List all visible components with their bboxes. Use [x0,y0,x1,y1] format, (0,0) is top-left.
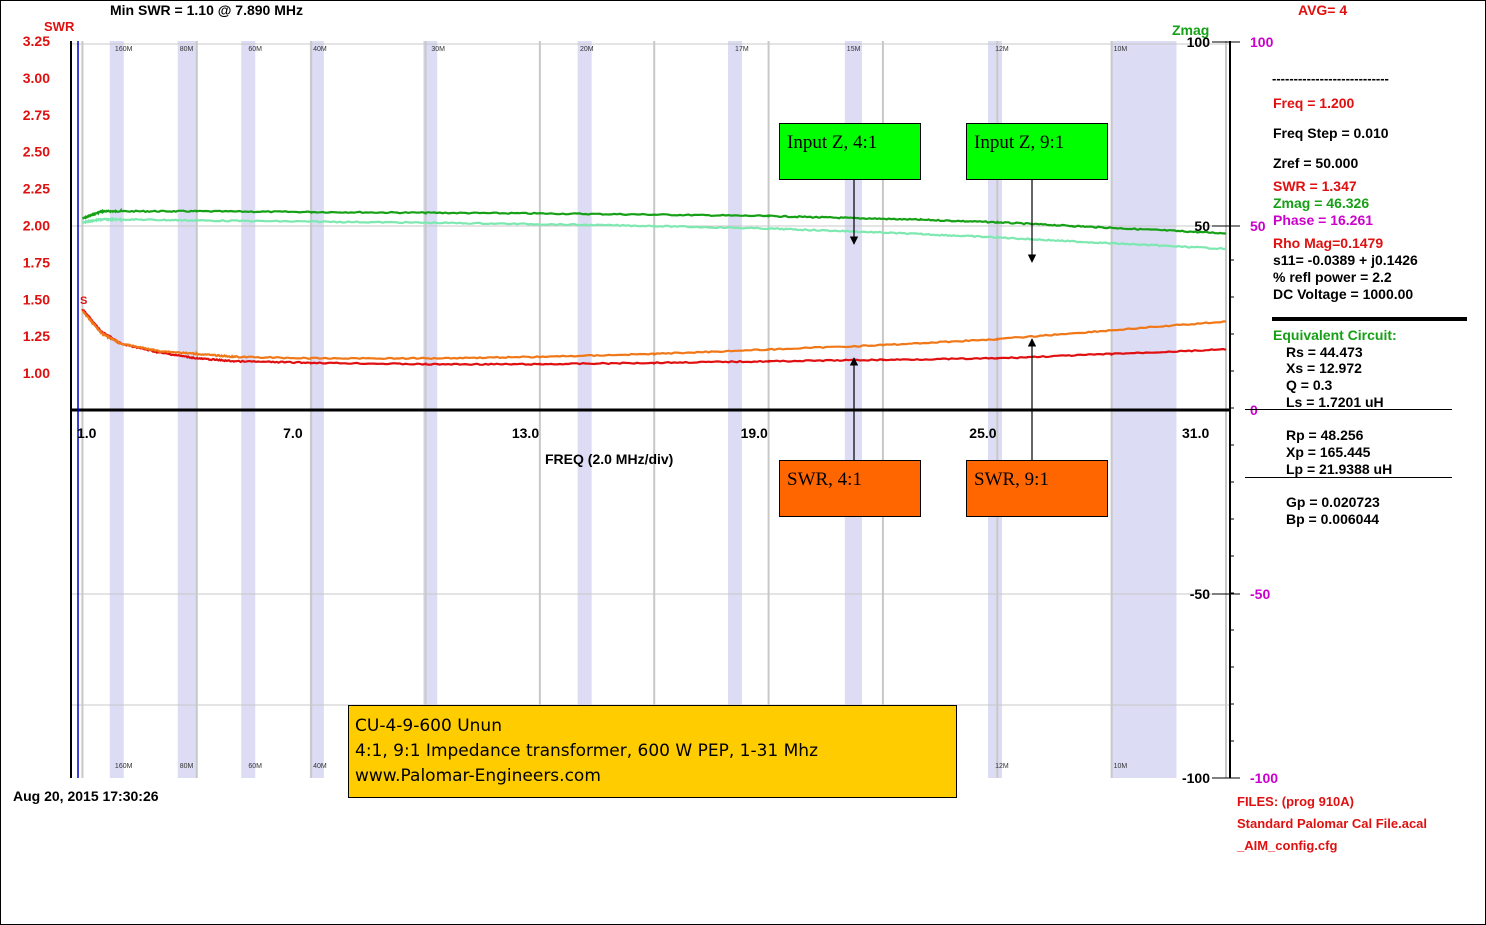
readout-gp: Gp = 0.020723 [1286,494,1380,510]
swr-tick-label: 2.00 [23,218,50,234]
readout-lp: Lp = 21.9388 uH [1286,461,1393,477]
band-label-bottom: 10M [1114,763,1128,770]
readout-xp: Xp = 165.445 [1286,444,1371,460]
band-label-top: 160M [115,46,133,53]
phase-tick-label: -50 [1250,586,1270,602]
note-model: CU-4-9-600 Unun [355,716,502,736]
readout-freq-step: Freq Step = 0.010 [1273,125,1389,141]
readout-q: Q = 0.3 [1286,377,1333,393]
band-label-top: 10M [1114,46,1128,53]
readout-refl-power: % refl power = 2.2 [1273,269,1392,285]
callout-input-z-9-1: Input Z, 9:1 [966,123,1108,180]
readout-rp: Rp = 48.256 [1286,427,1364,443]
band-label-top: 12M [995,46,1009,53]
readout-eq-title: Equivalent Circuit: [1273,327,1397,343]
phase-tick-label: 100 [1250,34,1274,50]
readout-divider [1272,317,1467,321]
readout-freq: Freq = 1.200 [1273,95,1355,111]
readout-swr: SWR = 1.347 [1273,178,1357,194]
band-label-top: 60M [248,46,262,53]
swr-tick-label: 2.75 [23,107,50,123]
swr-tick-label: 2.50 [23,144,50,160]
readout-rs: Rs = 44.473 [1286,344,1363,360]
readout-rule-2 [1245,477,1452,478]
band-label-bottom: 40M [313,763,327,770]
freq-tick-label: 31.0 [1182,425,1209,441]
phase-tick-label: -100 [1250,770,1278,786]
swr-tick-label: 1.75 [23,254,50,270]
swr-tick-label: 3.00 [23,70,50,86]
product-note: CU-4-9-600 Unun 4:1, 9:1 Impedance trans… [348,705,957,798]
band-label-top: 17M [735,46,749,53]
freq-tick-label: 13.0 [512,425,539,441]
band-label-top: 80M [180,46,194,53]
timestamp: Aug 20, 2015 17:30:26 [13,788,159,804]
readout-ls: Ls = 1.7201 uH [1286,394,1384,410]
files-line-3: _AIM_config.cfg [1237,838,1338,853]
freq-tick-label: 19.0 [741,425,768,441]
readout-zmag: Zmag = 46.326 [1273,195,1370,211]
callout-swr-9-1: SWR, 9:1 [966,460,1108,517]
phase-tick-label: 50 [1250,218,1266,234]
callout-swr-4-1: SWR, 4:1 [779,460,921,517]
band-label-bottom: 60M [248,763,262,770]
swr-tick-label: 1.00 [23,365,50,381]
readout-s11: s11= -0.0389 + j0.1426 [1273,252,1418,268]
band-label-bottom: 80M [180,763,194,770]
readout-phase: Phase = 16.261 [1273,212,1374,228]
band-label-top: 40M [313,46,327,53]
band-label-bottom: 12M [995,763,1009,770]
readout-bp: Bp = 0.006044 [1286,511,1380,527]
band-label-bottom: 160M [115,763,133,770]
note-description: 4:1, 9:1 Impedance transformer, 600 W PE… [355,741,819,761]
readout-xs: Xs = 12.972 [1286,360,1362,376]
swr-tick-label: 1.25 [23,328,50,344]
readout-zref: Zref = 50.000 [1273,155,1359,171]
freq-tick-label: 25.0 [969,425,996,441]
readout-rule-1 [1245,409,1452,410]
files-line-2: Standard Palomar Cal File.acal [1237,816,1428,831]
readout-rho-mag: Rho Mag=0.1479 [1273,235,1384,251]
zmag-tick-label: -50 [1190,586,1210,602]
freq-axis-label: FREQ (2.0 MHz/div) [545,451,673,467]
readout-dashes: --------------------------- [1272,71,1389,86]
marker-label: S [80,295,87,307]
band-label-top: 15M [847,46,861,53]
note-website: www.Palomar-Engineers.com [355,766,601,786]
zmag-tick-label: 100 [1187,34,1211,50]
zmag-tick-label: -100 [1182,770,1210,786]
files-line-1: FILES: (prog 910A) [1237,794,1355,809]
phase-tick-label: 0 [1250,402,1258,418]
swr-tick-label: 1.50 [23,291,50,307]
band-label-top: 30M [431,46,445,53]
swr-tick-label: 3.25 [23,33,50,49]
readout-dc-voltage: DC Voltage = 1000.00 [1273,286,1414,302]
freq-tick-label: 1.0 [77,425,97,441]
band-label-top: 20M [580,46,594,53]
swr-tick-label: 2.25 [23,181,50,197]
freq-tick-label: 7.0 [283,425,303,441]
callout-input-z-4-1: Input Z, 4:1 [779,123,921,180]
